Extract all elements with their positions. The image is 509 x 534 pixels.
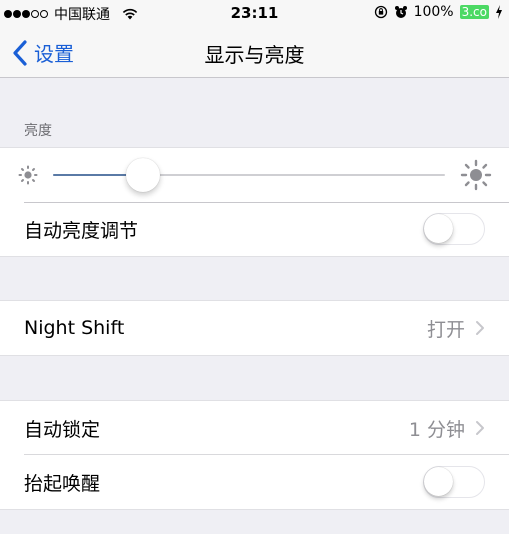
brightness-slider-thumb[interactable] xyxy=(126,158,161,192)
status-right: 100% 3.co xyxy=(374,4,503,20)
raise-to-wake-toggle[interactable] xyxy=(423,466,485,498)
night-shift-row[interactable]: Night Shift 打开 xyxy=(0,301,509,355)
page-title: 显示与亮度 xyxy=(204,43,305,67)
battery-percent: 100% xyxy=(413,4,454,20)
night-shift-group: Night Shift 打开 xyxy=(0,300,509,356)
auto-brightness-label: 自动亮度调节 xyxy=(24,219,139,242)
auto-brightness-row: 自动亮度调节 xyxy=(0,202,509,256)
charging-bolt-icon xyxy=(496,5,502,19)
brightness-group: 自动亮度调节 xyxy=(0,147,509,257)
night-shift-value: 打开 xyxy=(426,318,465,341)
auto-lock-detail: 1 分钟 xyxy=(409,401,485,455)
toggle-knob xyxy=(424,214,453,243)
brightness-slider-row xyxy=(0,148,509,202)
auto-lock-row[interactable]: 自动锁定 1 分钟 xyxy=(0,401,509,455)
auto-lock-value: 1 分钟 xyxy=(408,418,465,441)
auto-lock-label: 自动锁定 xyxy=(24,418,101,441)
night-shift-detail: 打开 xyxy=(427,301,485,355)
status-bar: 中国联通 23:11 100% 3.co xyxy=(0,0,509,26)
orientation-lock-icon xyxy=(374,5,387,19)
auto-brightness-toggle[interactable] xyxy=(423,213,485,245)
chevron-right-icon xyxy=(476,321,484,335)
alarm-icon xyxy=(394,6,407,18)
lock-group: 自动锁定 1 分钟 抬起唤醒 xyxy=(0,400,509,510)
brightness-section-header: 亮度 xyxy=(24,123,52,139)
navigation-bar: 设置 显示与亮度 xyxy=(0,26,509,78)
battery-icon: 3.co xyxy=(459,5,489,19)
raise-to-wake-row: 抬起唤醒 xyxy=(0,455,509,509)
raise-to-wake-label: 抬起唤醒 xyxy=(24,472,101,495)
toggle-knob xyxy=(424,467,453,496)
sun-small-icon xyxy=(18,165,38,185)
chevron-right-icon xyxy=(476,421,484,435)
night-shift-label: Night Shift xyxy=(24,317,125,339)
brightness-slider[interactable] xyxy=(53,158,445,192)
sun-large-icon xyxy=(460,159,492,191)
